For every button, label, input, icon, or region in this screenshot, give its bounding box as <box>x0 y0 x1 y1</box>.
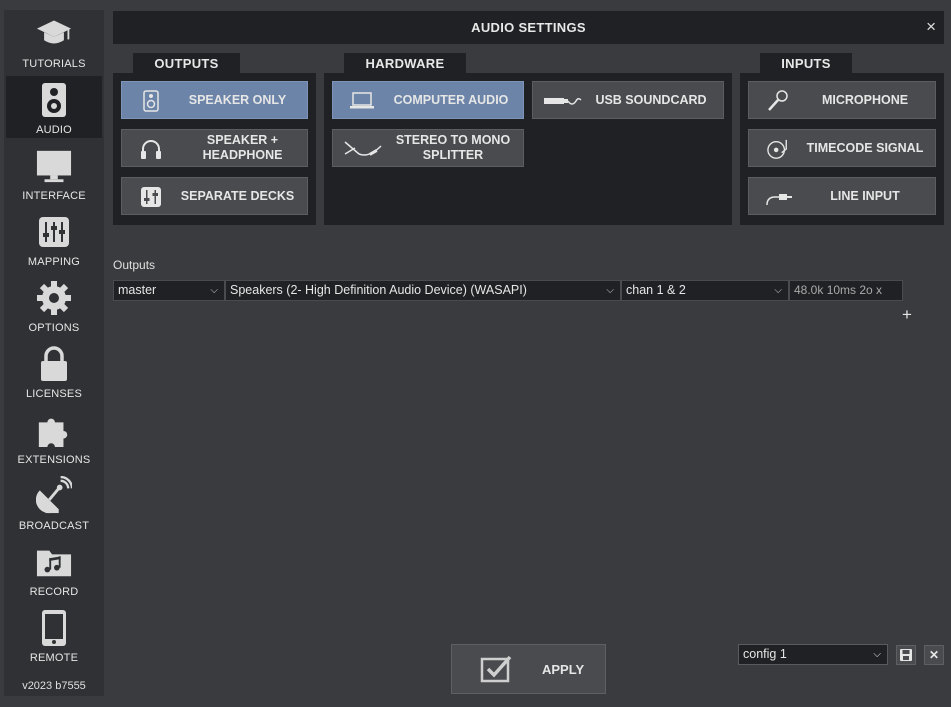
title-bar: AUDIO SETTINGS × <box>113 11 944 44</box>
audio-settings-window: TUTORIALS AUDIO INTERFACE MAPPING OPTION… <box>0 0 951 707</box>
speaker-icon <box>36 82 72 118</box>
tab-inputs: INPUTS <box>760 53 852 73</box>
sidebar-item-label: MAPPING <box>27 256 81 268</box>
button-label: SPEAKER + HEADPHONE <box>202 133 283 162</box>
computer-audio-button[interactable]: COMPUTER AUDIO <box>332 81 524 119</box>
sliders-icon <box>36 214 72 250</box>
monitor-icon <box>36 148 72 184</box>
line-input-button[interactable]: LINE INPUT <box>748 177 936 215</box>
button-label: COMPUTER AUDIO <box>393 92 509 107</box>
sidebar-item-remote[interactable]: REMOTE <box>6 604 102 666</box>
sidebar-item-label: AUDIO <box>36 124 72 136</box>
sidebar-item-extensions[interactable]: EXTENSIONS <box>6 406 102 468</box>
chevron-down-icon: ⌵ <box>606 285 614 296</box>
sidebar-item-interface[interactable]: INTERFACE <box>6 142 102 204</box>
button-label: LINE INPUT <box>830 188 900 203</box>
output-device-select[interactable]: Speakers (2- High Definition Audio Devic… <box>225 280 621 301</box>
sidebar-item-label: TUTORIALS <box>22 58 86 70</box>
sidebar-item-label: EXTENSIONS <box>17 454 91 466</box>
laptop-icon <box>349 90 375 112</box>
puzzle-icon <box>36 412 72 448</box>
select-value: Speakers (2- High Definition Audio Devic… <box>230 283 527 297</box>
button-label: TIMECODE SIGNAL <box>806 140 924 155</box>
gear-icon <box>36 280 72 316</box>
output-info-field[interactable]: 48.0k 10ms 2o x <box>789 280 903 301</box>
checkbox-check-icon <box>480 655 514 688</box>
stereo-to-mono-splitter-button[interactable]: STEREO TO MONO SPLITTER <box>332 129 524 167</box>
music-folder-icon <box>36 544 72 580</box>
sidebar-item-label: RECORD <box>29 586 79 598</box>
phone-icon <box>36 610 72 646</box>
sidebar-item-options[interactable]: OPTIONS <box>6 274 102 336</box>
usb-icon <box>543 90 583 112</box>
chevron-down-icon: ⌵ <box>873 649 881 660</box>
button-label: SPEAKER ONLY <box>188 92 287 107</box>
sidebar-item-mapping[interactable]: MAPPING <box>6 208 102 270</box>
microphone-button[interactable]: MICROPHONE <box>748 81 936 119</box>
save-config-button[interactable] <box>896 645 916 665</box>
version-label: v2023 b7555 <box>22 680 86 692</box>
button-label: MICROPHONE <box>821 92 909 107</box>
sidebar-item-label: REMOTE <box>29 652 79 664</box>
save-icon <box>900 649 912 661</box>
chevron-down-icon: ⌵ <box>210 285 218 296</box>
button-label: USB SOUNDCARD <box>595 92 707 107</box>
headphone-icon <box>140 138 162 160</box>
add-output-button[interactable]: + <box>902 305 912 325</box>
sidebar-item-audio[interactable]: AUDIO <box>6 76 102 138</box>
sidebar-item-broadcast[interactable]: BROADCAST <box>6 472 102 534</box>
config-select[interactable]: config 1 ⌵ <box>738 644 888 665</box>
speaker-only-button[interactable]: SPEAKER ONLY <box>121 81 308 119</box>
lock-icon <box>36 346 72 382</box>
usb-soundcard-button[interactable]: USB SOUNDCARD <box>532 81 724 119</box>
cable-jack-icon <box>765 186 793 208</box>
timecode-signal-button[interactable]: TIMECODE SIGNAL <box>748 129 936 167</box>
graduation-cap-icon <box>36 16 72 52</box>
select-value: master <box>118 283 157 297</box>
sidebar-item-label: OPTIONS <box>28 322 80 334</box>
sidebar-item-record[interactable]: RECORD <box>6 538 102 600</box>
window-title: AUDIO SETTINGS <box>471 20 586 35</box>
select-value: chan 1 & 2 <box>626 283 686 297</box>
button-label: STEREO TO MONO SPLITTER <box>395 133 511 162</box>
satellite-dish-icon <box>36 476 72 514</box>
tab-hardware: HARDWARE <box>344 53 466 73</box>
microphone-icon <box>767 90 789 112</box>
chevron-down-icon: ⌵ <box>774 285 782 296</box>
tab-outputs: OUTPUTS <box>133 53 240 73</box>
outputs-label: Outputs <box>113 258 156 272</box>
sidebar-item-label: LICENSES <box>25 388 82 400</box>
output-channel-select[interactable]: master ⌵ <box>113 280 225 301</box>
select-value: config 1 <box>743 647 787 661</box>
button-label: SEPARATE DECKS <box>180 188 295 203</box>
delete-config-button[interactable]: ✕ <box>924 645 944 665</box>
speaker-headphone-button[interactable]: SPEAKER + HEADPHONE <box>121 129 308 167</box>
apply-label: APPLY <box>542 662 585 677</box>
mixer-icon <box>140 186 162 208</box>
apply-button[interactable]: APPLY <box>451 644 606 694</box>
turntable-icon <box>767 138 789 160</box>
sidebar-item-label: INTERFACE <box>22 190 86 202</box>
sidebar-item-licenses[interactable]: LICENSES <box>6 340 102 402</box>
speaker-icon <box>140 90 162 112</box>
output-channels-select[interactable]: chan 1 & 2 ⌵ <box>621 280 789 301</box>
sidebar-item-tutorials[interactable]: TUTORIALS <box>6 10 102 72</box>
close-icon[interactable]: × <box>926 17 936 37</box>
splitter-cable-icon <box>343 138 383 160</box>
sidebar-item-label: BROADCAST <box>18 520 90 532</box>
separate-decks-button[interactable]: SEPARATE DECKS <box>121 177 308 215</box>
